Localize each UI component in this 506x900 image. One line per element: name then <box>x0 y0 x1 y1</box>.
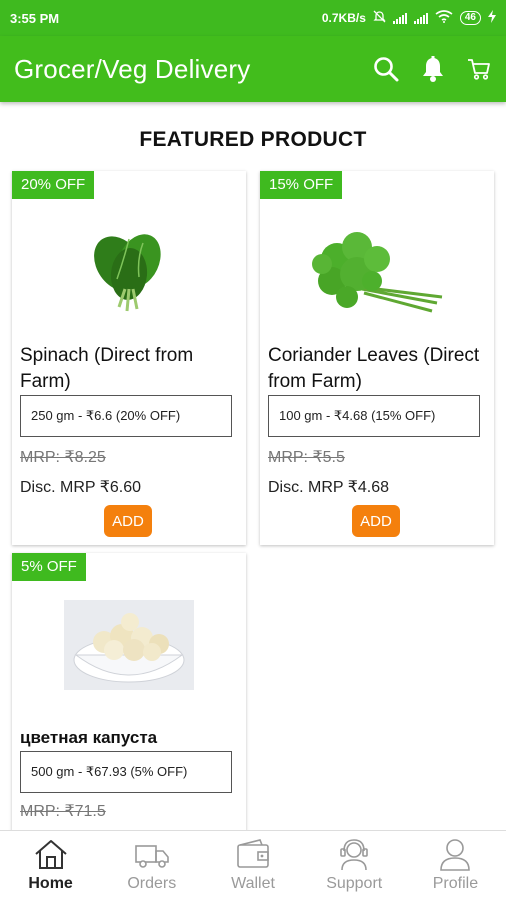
bottom-navigation: Home Orders Wallet Support Profile <box>0 830 506 900</box>
battery-icon: 46 <box>459 11 481 25</box>
product-card[interactable]: 5% OFF цветная капуста 500 gm - ₹67.93 (… <box>12 553 246 833</box>
nav-wallet[interactable]: Wallet <box>202 831 303 900</box>
cauliflower-image[interactable] <box>12 595 246 695</box>
nav-orders[interactable]: Orders <box>101 831 202 900</box>
nav-profile[interactable]: Profile <box>405 831 506 900</box>
alarm-off-icon <box>373 10 386 26</box>
spinach-image[interactable] <box>12 209 246 329</box>
variant-select[interactable]: 250 gm - ₹6.6 (20% OFF) <box>20 395 232 437</box>
search-icon[interactable] <box>372 55 400 83</box>
nav-home[interactable]: Home <box>0 831 101 900</box>
app-title: Grocer/Veg Delivery <box>14 53 251 84</box>
discount-badge: 5% OFF <box>12 553 86 581</box>
status-time: 3:55 PM <box>10 10 60 26</box>
product-name: цветная капуста <box>20 728 158 747</box>
bell-icon[interactable] <box>420 55 446 83</box>
nav-label: Home <box>28 875 73 892</box>
nav-label: Wallet <box>231 875 275 892</box>
add-button[interactable]: ADD <box>352 505 400 537</box>
network-speed: 0.7KB/s <box>321 11 366 25</box>
cart-icon[interactable] <box>466 56 492 82</box>
home-icon <box>32 837 70 871</box>
status-icons: 0.7KB/s 46 <box>322 10 496 26</box>
app-bar: Grocer/Veg Delivery <box>0 36 506 102</box>
variant-select[interactable]: 100 gm - ₹4.68 (15% OFF) <box>268 395 480 437</box>
signal-icon <box>392 12 407 24</box>
nav-label: Profile <box>432 875 479 892</box>
discounted-price: Disc. MRP ₹4.68 <box>268 479 390 496</box>
product-card[interactable]: 20% OFF Spinach (Direct from Farm) 250 g… <box>12 171 246 545</box>
signal-icon <box>413 12 428 24</box>
variant-select[interactable]: 500 gm - ₹67.93 (5% OFF) <box>20 751 232 793</box>
nav-support[interactable]: Support <box>304 831 405 900</box>
wallet-icon <box>234 837 272 871</box>
section-title: FEATURED PRODUCT <box>139 128 367 151</box>
wifi-icon <box>435 10 453 26</box>
product-card[interactable]: 15% OFF Coriander Leaves (Direct from Fa… <box>260 171 494 545</box>
charging-icon <box>488 10 496 26</box>
truck-icon <box>133 837 171 871</box>
mrp-price: MRP: ₹8.25 <box>20 449 106 466</box>
coriander-image[interactable] <box>260 209 494 329</box>
add-button[interactable]: ADD <box>104 505 152 537</box>
product-name: Coriander Leaves (Direct from Farm) <box>268 345 480 392</box>
user-icon <box>436 837 474 871</box>
discount-badge: 15% OFF <box>260 171 343 199</box>
discount-badge: 20% OFF <box>12 171 95 199</box>
headset-icon <box>335 837 373 871</box>
status-bar: 3:55 PM 0.7KB/s 46 <box>0 0 506 36</box>
discounted-price: Disc. MRP ₹6.60 <box>20 479 142 496</box>
nav-label: Orders <box>127 875 177 892</box>
product-name: Spinach (Direct from Farm) <box>20 345 194 392</box>
mrp-price: MRP: ₹71.5 <box>20 803 106 820</box>
mrp-price: MRP: ₹5.5 <box>268 449 345 466</box>
nav-label: Support <box>326 875 383 892</box>
